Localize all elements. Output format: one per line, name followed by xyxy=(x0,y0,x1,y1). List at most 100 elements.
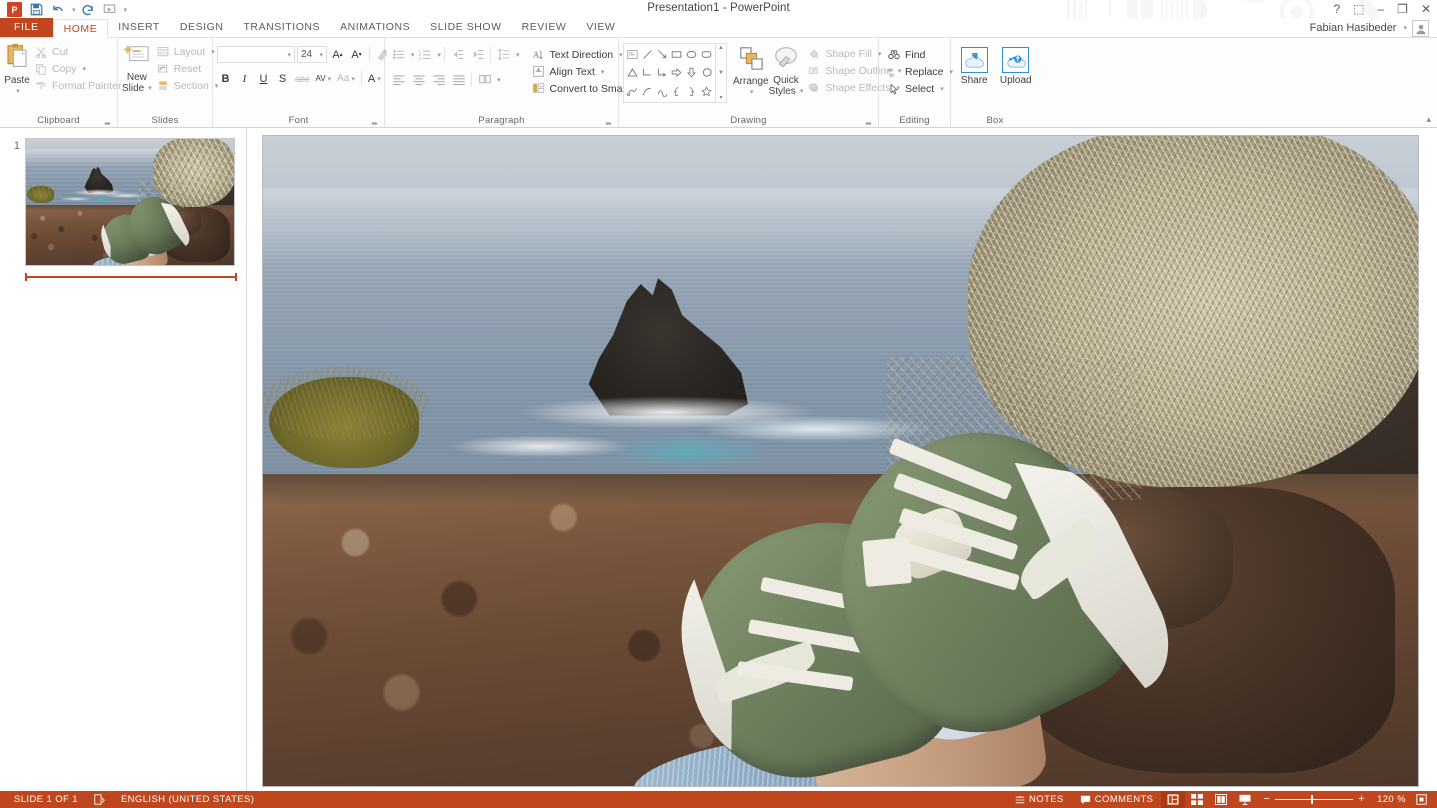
new-slide-button[interactable]: New Slide ▾ xyxy=(122,41,152,94)
window-controls[interactable]: ? ⬚ – ❐ ✕ xyxy=(1333,1,1431,17)
text-shadow-button[interactable]: S xyxy=(274,70,291,88)
minimize-icon[interactable]: – xyxy=(1377,1,1384,17)
line-spacing-caret-icon[interactable]: ▾ xyxy=(516,51,520,59)
zoom-handle[interactable] xyxy=(1311,795,1313,804)
accessibility-checker-icon[interactable] xyxy=(86,794,113,805)
thumbnail-wrapper[interactable] xyxy=(25,138,237,278)
tab-view[interactable]: VIEW xyxy=(576,18,625,37)
shapes-scrollbar[interactable]: ▲ ▼ ▾ xyxy=(716,43,727,103)
shape-star-icon[interactable] xyxy=(699,82,714,101)
restore-icon[interactable]: ❐ xyxy=(1397,1,1408,17)
section-button[interactable]: Section ▾ xyxy=(152,77,223,94)
drawing-dialog-launcher[interactable]: ⬌ xyxy=(865,119,872,128)
avatar[interactable] xyxy=(1412,20,1429,37)
decrease-font-size-button[interactable]: A▾ xyxy=(348,46,365,64)
bullets-caret-icon[interactable]: ▾ xyxy=(411,51,415,59)
character-spacing-caret-icon[interactable]: ▾ xyxy=(328,75,332,83)
shape-left-brace-icon[interactable] xyxy=(669,82,684,101)
shapes-gallery[interactable]: ▲ ▼ ▾ xyxy=(623,43,727,103)
tab-animations[interactable]: ANIMATIONS xyxy=(330,18,420,37)
font-dialog-launcher[interactable]: ⬌ xyxy=(371,119,378,128)
account-menu[interactable]: Fabian Hasibeder ▾ xyxy=(1310,19,1429,38)
align-center-button[interactable] xyxy=(409,70,428,89)
shape-rounded-rectangle-icon[interactable] xyxy=(699,45,714,64)
shape-pie-icon[interactable] xyxy=(699,64,714,83)
select-caret-icon[interactable]: ▾ xyxy=(940,85,944,93)
shape-elbow-connector-icon[interactable] xyxy=(640,64,655,83)
tab-transitions[interactable]: TRANSITIONS xyxy=(233,18,330,37)
shapes-scroll-down-icon[interactable]: ▼ xyxy=(718,70,724,76)
account-caret-icon[interactable]: ▾ xyxy=(1403,19,1407,38)
help-icon[interactable]: ? xyxy=(1333,1,1340,17)
shape-right-brace-icon[interactable] xyxy=(684,82,699,101)
shape-triangle-icon[interactable] xyxy=(625,64,640,83)
italic-button[interactable]: I xyxy=(236,70,253,88)
character-spacing-button[interactable]: AV ▾ xyxy=(314,70,334,88)
normal-view-button[interactable] xyxy=(1161,791,1185,808)
numbering-caret-icon[interactable]: ▾ xyxy=(438,51,442,59)
paste-caret-icon[interactable]: ▾ xyxy=(16,86,20,97)
slide-canvas[interactable] xyxy=(263,136,1418,786)
tab-home[interactable]: HOME xyxy=(53,19,109,38)
copy-button[interactable]: Copy ▾ xyxy=(30,60,125,77)
strikethrough-button[interactable]: abc xyxy=(293,70,312,88)
increase-font-size-button[interactable]: A▴ xyxy=(329,46,346,64)
slide-sorter-view-button[interactable] xyxy=(1185,791,1209,808)
layout-button[interactable]: Layout ▾ xyxy=(152,43,223,60)
zoom-level[interactable]: 120 % xyxy=(1371,794,1412,805)
line-spacing-button[interactable] xyxy=(494,45,513,64)
copy-caret-icon[interactable]: ▾ xyxy=(83,65,87,73)
shape-rectangle-icon[interactable] xyxy=(669,45,684,64)
tab-file[interactable]: FILE xyxy=(0,18,53,37)
tab-insert[interactable]: INSERT xyxy=(108,18,170,37)
slide-photo[interactable] xyxy=(263,136,1418,786)
font-name-caret-icon[interactable]: ▾ xyxy=(287,51,291,59)
ribbon-tabs[interactable]: FILE HOME INSERT DESIGN TRANSITIONS ANIM… xyxy=(0,19,1437,38)
shape-elbow-arrow-icon[interactable] xyxy=(655,64,670,83)
bullets-button[interactable] xyxy=(389,45,408,64)
slide-indicator[interactable]: SLIDE 1 OF 1 xyxy=(6,794,86,805)
shapes-scroll-up-icon[interactable]: ▲ xyxy=(718,45,724,51)
replace-button[interactable]: abac Replace ▾ xyxy=(883,63,957,80)
quick-styles-button[interactable]: Quick Styles ▾ xyxy=(769,43,804,97)
upload-button[interactable]: Upload xyxy=(997,45,1036,86)
format-painter-button[interactable]: Format Painter xyxy=(30,77,125,94)
reading-view-button[interactable] xyxy=(1209,791,1233,808)
slide-thumbnail-1[interactable] xyxy=(25,138,235,266)
columns-button[interactable] xyxy=(475,70,494,89)
slide-show-view-button[interactable] xyxy=(1233,791,1257,808)
paragraph-dialog-launcher[interactable]: ⬌ xyxy=(605,119,612,128)
increase-indent-button[interactable] xyxy=(468,45,487,64)
font-color-caret-icon[interactable]: ▾ xyxy=(377,75,381,83)
notes-button[interactable]: NOTES xyxy=(1007,794,1072,805)
font-color-button[interactable]: A ▾ xyxy=(366,70,383,88)
columns-caret-icon[interactable]: ▾ xyxy=(497,76,501,84)
shape-line-icon[interactable] xyxy=(640,45,655,64)
clipboard-dialog-launcher[interactable]: ⬌ xyxy=(104,119,111,128)
font-size-caret-icon[interactable]: ▾ xyxy=(319,51,323,59)
language-indicator[interactable]: ENGLISH (UNITED STATES) xyxy=(113,794,262,805)
arrange-caret-icon[interactable]: ▾ xyxy=(750,87,754,98)
shape-freeform-icon[interactable] xyxy=(625,82,640,101)
align-left-button[interactable] xyxy=(389,70,408,89)
tab-design[interactable]: DESIGN xyxy=(170,18,234,37)
bold-button[interactable]: B xyxy=(217,70,234,88)
shape-arrow-icon[interactable] xyxy=(655,45,670,64)
shape-curve-icon[interactable] xyxy=(655,82,670,101)
tab-slide-show[interactable]: SLIDE SHOW xyxy=(420,18,511,37)
comments-button[interactable]: COMMENTS xyxy=(1072,794,1162,805)
shape-right-arrow-icon[interactable] xyxy=(669,64,684,83)
shape-textbox-icon[interactable] xyxy=(625,45,640,64)
ribbon-display-options-icon[interactable]: ⬚ xyxy=(1353,1,1364,17)
find-button[interactable]: Find xyxy=(883,46,957,63)
zoom-track[interactable] xyxy=(1275,799,1353,800)
tab-review[interactable]: REVIEW xyxy=(512,18,577,37)
slide-thumbnail-pane[interactable]: 1 xyxy=(0,128,247,791)
share-button[interactable]: Share xyxy=(955,45,994,86)
align-right-button[interactable] xyxy=(429,70,448,89)
close-icon[interactable]: ✕ xyxy=(1421,1,1431,17)
shapes-more-icon[interactable]: ▾ xyxy=(719,94,722,101)
font-size-input[interactable]: 24 ▾ xyxy=(297,46,327,63)
collapse-ribbon-button[interactable]: ▴ xyxy=(1426,114,1431,125)
justify-button[interactable] xyxy=(449,70,468,89)
